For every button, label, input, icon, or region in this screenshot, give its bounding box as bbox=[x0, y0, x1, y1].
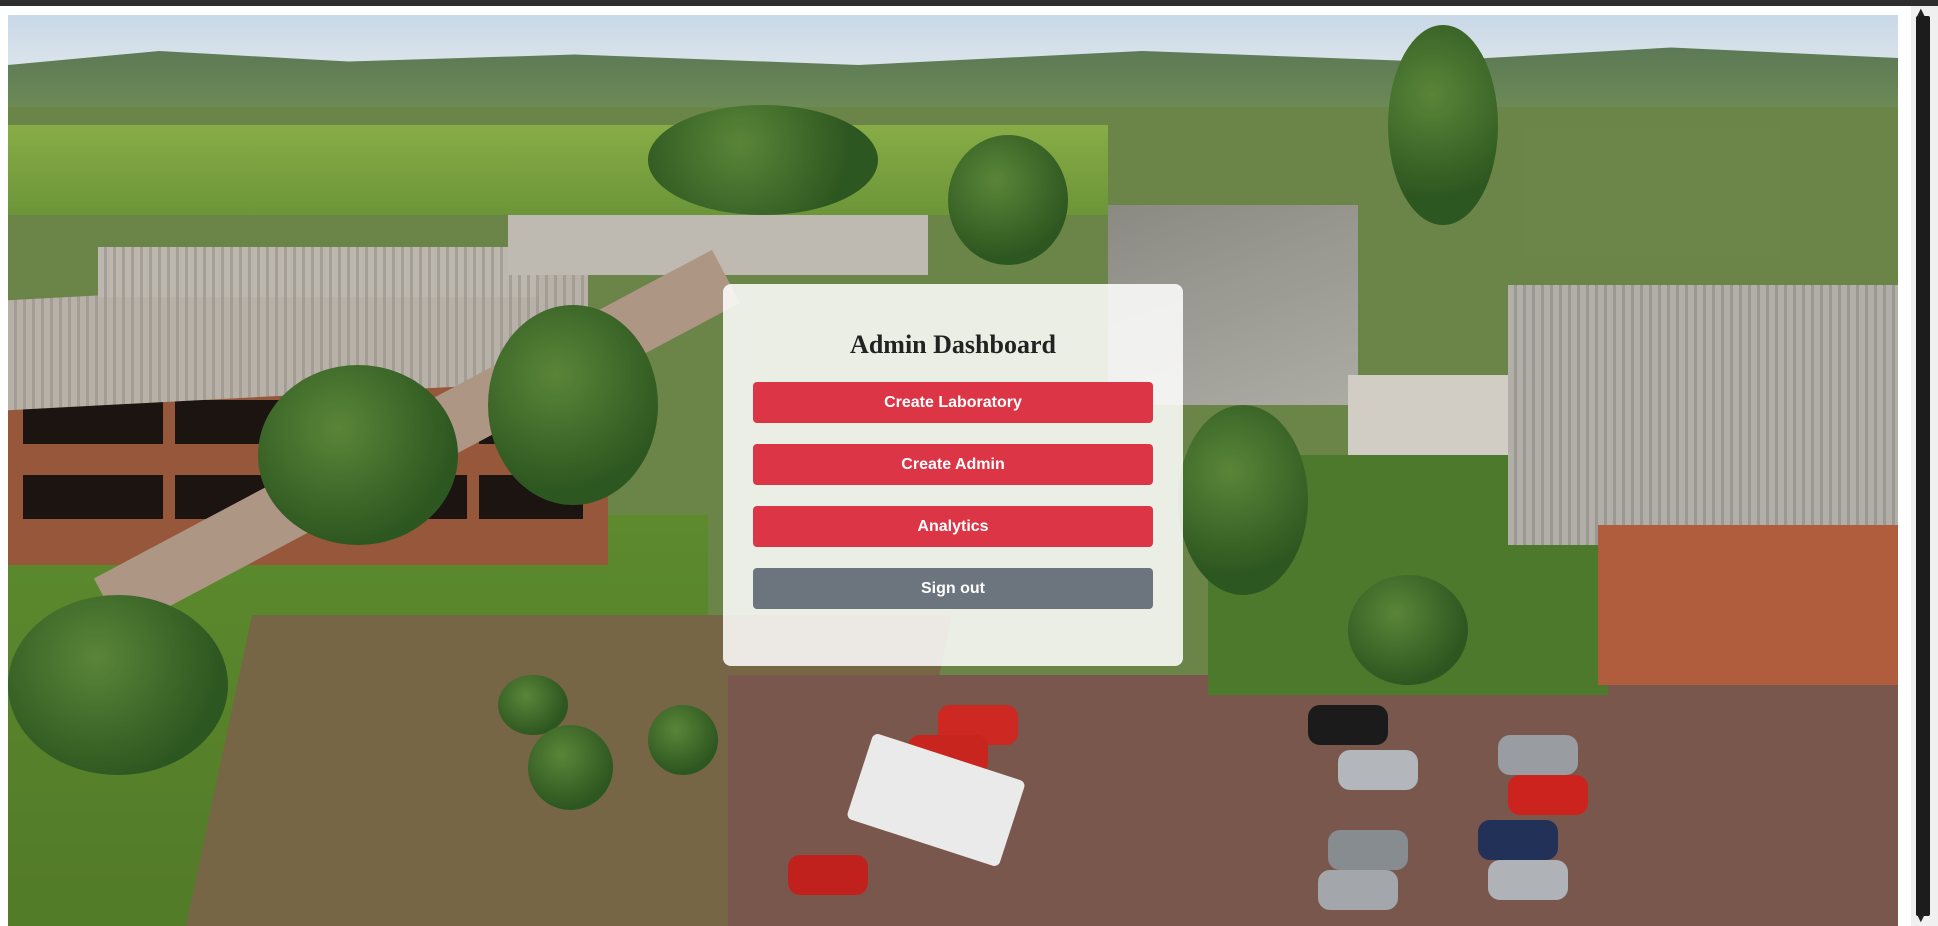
dashboard-title: Admin Dashboard bbox=[850, 330, 1056, 359]
analytics-button[interactable]: Analytics bbox=[753, 506, 1153, 547]
vertical-scrollbar[interactable]: ▲ ▼ bbox=[1911, 6, 1938, 926]
create-laboratory-button[interactable]: Create Laboratory bbox=[753, 382, 1153, 423]
admin-dashboard-card: Admin Dashboard Create Laboratory Create… bbox=[723, 284, 1183, 666]
browser-top-bar bbox=[0, 0, 1938, 6]
sign-out-button[interactable]: Sign out bbox=[753, 568, 1153, 609]
create-admin-button[interactable]: Create Admin bbox=[753, 444, 1153, 485]
scroll-down-icon[interactable]: ▼ bbox=[1917, 914, 1929, 924]
scroll-thumb[interactable] bbox=[1916, 16, 1930, 916]
